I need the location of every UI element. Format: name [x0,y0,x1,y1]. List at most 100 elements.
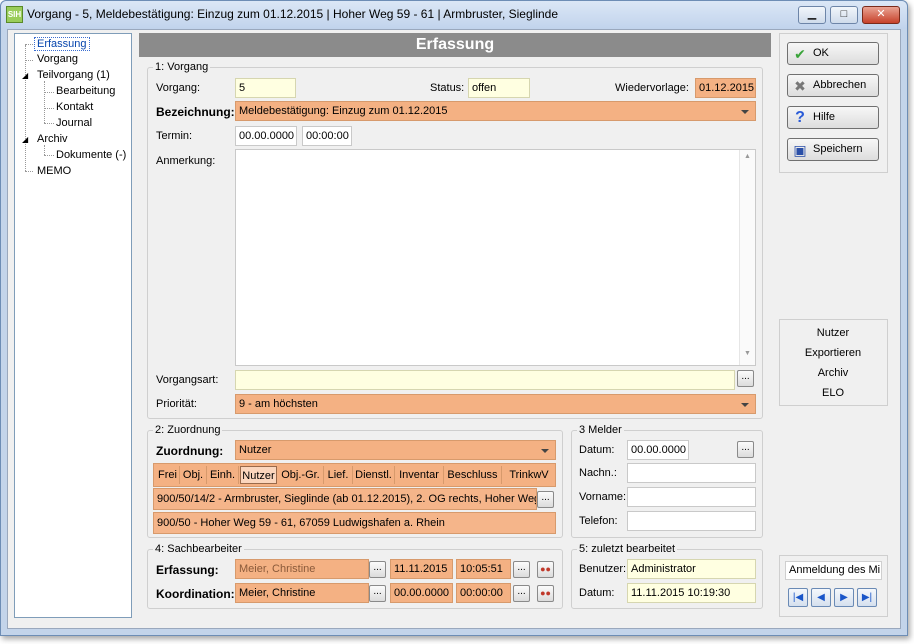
minimize-icon: ▁ [807,8,817,20]
chevron-down-icon[interactable] [741,403,749,407]
telefon-field[interactable] [627,511,756,531]
hilfe-button[interactable]: ? Hilfe [787,106,879,129]
koordination-name-field[interactable]: Meier, Christine [235,583,369,603]
menu-item-archiv[interactable]: Archiv [780,367,886,379]
tree-item-teilvorgang[interactable]: Teilvorgang (1) [37,69,110,81]
erfassung-time-browse-button[interactable]: ... [513,561,530,578]
maximize-button[interactable]: □ [830,6,858,24]
zuordnung-dropdown[interactable]: Nutzer [235,440,556,460]
tab-frei[interactable]: Frei [156,466,180,484]
tree-item-kontakt[interactable]: Kontakt [56,101,93,113]
page-title: Erfassung [139,33,771,57]
zuordnung-row-browse-button[interactable]: ... [537,491,554,508]
vorname-field[interactable] [627,487,756,507]
melder-browse-button[interactable]: ... [737,441,754,458]
termin-time-field[interactable]: 00:00:00 [302,126,352,146]
last-record-icon: ▶| [861,592,873,603]
zuordnung-row-nutzer[interactable]: 900/50/14/2 - Armbruster, Sieglinde (ab … [153,488,537,510]
benutzer-field[interactable]: Administrator [627,559,756,579]
first-record-button[interactable]: |◀ [788,588,808,607]
previous-record-button[interactable]: ◀ [811,588,831,607]
tab-trinkwv[interactable]: TrinkwV [506,466,552,484]
koordination-time-field[interactable]: 00:00:00 [456,583,511,603]
speichern-button[interactable]: ▣ Speichern [787,138,879,161]
abbrechen-button[interactable]: ✖ Abbrechen [787,74,879,97]
melder-datum-label: Datum: [579,444,615,456]
vorgangsart-label: Vorgangsart: [156,374,219,386]
koordination-time-browse-button[interactable]: ... [513,585,530,602]
vorgangsart-field[interactable] [235,370,735,390]
erfassung-name-field[interactable]: Meier, Christine [235,559,369,579]
erfassung-date-field[interactable]: 11.11.2015 [390,559,453,579]
tab-inventar[interactable]: Inventar [395,466,444,484]
floppy-disk-icon: ▣ [793,142,807,158]
tab-beschluss[interactable]: Beschluss [444,466,502,484]
chevron-down-icon[interactable] [541,449,549,453]
erfassung-persons-icon[interactable]: ●● [537,561,554,578]
ok-button[interactable]: ✔ OK [787,42,879,65]
cancel-x-icon: ✖ [794,78,806,94]
tree-item-archiv[interactable]: Archiv [37,133,68,145]
status-field[interactable]: offen [468,78,530,98]
chevron-down-icon[interactable] [741,110,749,114]
tab-nutzer[interactable]: Nutzer [240,466,277,484]
minimize-button[interactable]: ▁ [798,6,826,24]
tree-item-memo[interactable]: MEMO [37,165,71,177]
zuordnung-label: Zuordnung: [156,444,224,458]
tree-item-vorgang[interactable]: Vorgang [37,53,78,65]
scroll-up-icon[interactable]: ▲ [744,153,751,160]
tree-item-dokumente[interactable]: Dokumente (-) [56,149,126,161]
scroll-down-icon[interactable]: ▼ [744,350,751,357]
koordination-browse-button[interactable]: ... [369,585,386,602]
tree-item-erfassung[interactable]: Erfassung [34,37,90,51]
tab-obj[interactable]: Obj. [180,466,207,484]
vorgangsart-browse-button[interactable]: ... [737,370,754,387]
expanded-arrow-icon[interactable]: ◢ [22,71,28,80]
zuordnung-row-objekt[interactable]: 900/50 - Hoher Weg 59 - 61, 67059 Ludwig… [153,512,556,534]
termin-date-field[interactable]: 00.00.0000 [235,126,297,146]
nachn-field[interactable] [627,463,756,483]
anmerkung-textarea[interactable] [235,149,756,366]
tree-line [25,60,33,61]
prioritaet-dropdown[interactable]: 9 - am höchsten [235,394,756,414]
tab-obj-gr[interactable]: Obj.-Gr. [278,466,324,484]
anmeldung-field[interactable]: Anmeldung des Mi [785,561,882,580]
erfassung-browse-button[interactable]: ... [369,561,386,578]
tab-dienstl[interactable]: Dienstl. [353,466,395,484]
anmerkung-scrollbar[interactable]: ▲ ▼ [739,150,755,365]
telefon-label: Telefon: [579,515,618,527]
zuletzt-datum-field[interactable]: 11.11.2015 10:19:30 [627,583,756,603]
koordination-date-field[interactable]: 00.00.0000 [390,583,453,603]
close-button[interactable]: ✕ [862,6,900,24]
title-bar[interactable]: SIH Vorgang - 5, Meldebestätigung: Einzu… [1,1,907,29]
tree-item-bearbeitung[interactable]: Bearbeitung [56,85,115,97]
termin-label: Termin: [156,130,193,142]
tab-einh[interactable]: Einh. [207,466,239,484]
expanded-arrow-icon[interactable]: ◢ [22,135,28,144]
first-record-icon: |◀ [792,592,804,603]
koordination-persons-icon[interactable]: ●● [537,585,554,602]
tab-lief[interactable]: Lief. [324,466,353,484]
tree-item-journal[interactable]: Journal [56,117,92,129]
app-icon: SIH [6,6,23,23]
vorgang-field[interactable]: 5 [235,78,296,98]
next-record-button[interactable]: ▶ [834,588,854,607]
erfassung-time-field[interactable]: 10:05:51 [456,559,511,579]
menu-item-nutzer[interactable]: Nutzer [780,327,886,339]
tree-line [44,92,54,93]
navigation-tree[interactable]: Erfassung Vorgang ◢ Teilvorgang (1) Bear… [14,33,132,618]
zuordnung-value: Nutzer [239,444,272,456]
bezeichnung-dropdown[interactable]: Meldebestätigung: Einzug zum 01.12.2015 [235,101,756,121]
menu-item-exportieren[interactable]: Exportieren [780,347,886,359]
menu-item-elo[interactable]: ELO [780,387,886,399]
koordination-label: Koordination: [156,587,235,601]
erfassung-label: Erfassung: [156,563,219,577]
wiedervorlage-field[interactable]: 01.12.2015 [695,78,756,98]
tree-line [25,45,26,171]
last-record-button[interactable]: ▶| [857,588,877,607]
tree-line [44,108,54,109]
melder-datum-field[interactable]: 00.00.0000 [627,440,689,460]
prioritaet-value: 9 - am höchsten [239,398,318,410]
tree-line [44,155,54,156]
help-question-icon: ? [795,109,805,126]
